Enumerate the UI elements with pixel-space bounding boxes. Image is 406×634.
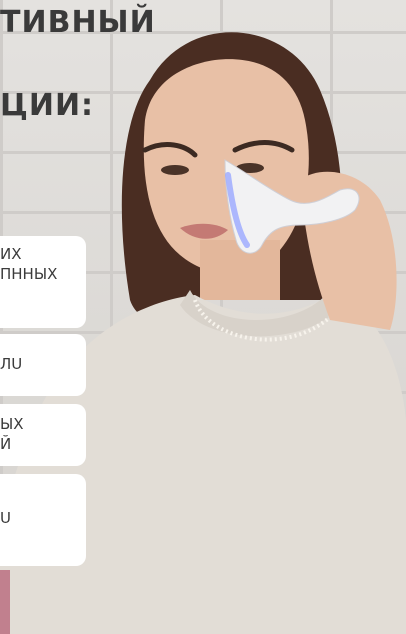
card-text: U — [0, 509, 11, 527]
left-eye — [161, 165, 189, 175]
info-card-4: U — [0, 474, 86, 566]
info-card-2: ЛU — [0, 334, 86, 396]
background-accent — [0, 570, 10, 634]
card-text: ПННЫХ — [0, 265, 58, 283]
card-text: ЫХ — [0, 415, 24, 433]
info-card-3: ЫХ Й — [0, 404, 86, 466]
heading-line-1: ТИВНЫЙ — [0, 5, 156, 40]
card-text: ЛU — [0, 355, 23, 373]
card-text: ИХ — [0, 245, 22, 263]
card-text: Й — [0, 435, 12, 453]
heading-line-2: ЦИИ: — [0, 88, 95, 123]
info-card-1: ИХ ПННЫХ — [0, 236, 86, 328]
